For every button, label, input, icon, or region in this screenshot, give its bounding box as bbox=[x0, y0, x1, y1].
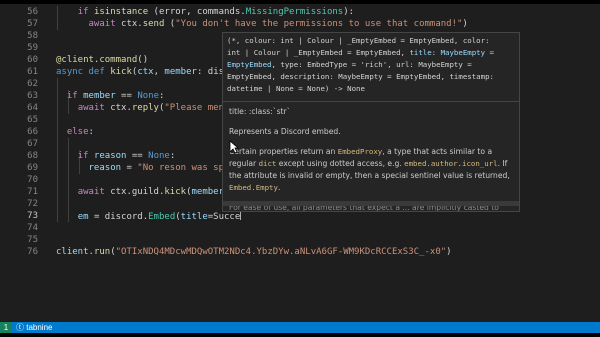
line-number: 71 bbox=[27, 187, 38, 197]
line-number: 57 bbox=[27, 19, 38, 29]
line-number: 72 bbox=[27, 199, 38, 209]
line-number: 68 bbox=[27, 151, 38, 161]
screen: 56 57 58 59 60 61 62 63 64 65 66 67 68 6… bbox=[0, 0, 600, 337]
signature-highlight: title: MaybeEmpty = bbox=[409, 48, 494, 57]
line-number: 69 bbox=[27, 163, 38, 173]
code-line: if reason == None: bbox=[77, 151, 176, 161]
line-number: 63 bbox=[27, 91, 38, 101]
code-line: @client.command() bbox=[56, 55, 149, 65]
line-number: 62 bbox=[27, 79, 38, 89]
code-line: await ctx.send ("You don't have the perm… bbox=[88, 19, 468, 29]
signature-text: EmptyEmbed, description: MaybeEmpty = Em… bbox=[227, 72, 494, 81]
code-line: async def kick(ctx, member: discord bbox=[56, 67, 246, 77]
line-number: 58 bbox=[27, 31, 38, 41]
signature-text: int | Colour | _EmptyEmbed = EmptyEmbed, bbox=[227, 48, 410, 57]
status-bar: 1 ⓣ tabnine bbox=[0, 322, 600, 333]
line-number: 56 bbox=[27, 7, 38, 17]
doc-inline-code: EmbedProxy bbox=[337, 147, 383, 156]
hover-tooltip: (*, colour: int | Colour | _EmptyEmbed =… bbox=[222, 32, 520, 212]
code-line: if member == None: bbox=[66, 91, 165, 101]
line-number: 61 bbox=[27, 67, 38, 77]
bottom-bar bbox=[0, 333, 600, 337]
line-number: 76 bbox=[27, 247, 38, 257]
doc-inline-code: Embed.Empty bbox=[229, 183, 278, 192]
signature-highlight: EmptyEmbed bbox=[227, 60, 272, 69]
line-number: 70 bbox=[27, 175, 38, 185]
documentation: title: :class:`str` Represents a Discord… bbox=[223, 102, 519, 211]
signature-help: (*, colour: int | Colour | _EmptyEmbed =… bbox=[223, 33, 519, 102]
line-number: 74 bbox=[27, 223, 38, 233]
code-line: reason = "No reson was speci bbox=[88, 163, 241, 173]
code-line: await ctx.reply("Please mentio bbox=[77, 103, 241, 113]
code-line: await ctx.guild.kick(member) bbox=[77, 187, 230, 197]
code-line: else: bbox=[66, 127, 94, 137]
tooltip-scrollbar[interactable] bbox=[223, 201, 519, 206]
doc-title: title: :class:`str` bbox=[229, 107, 291, 116]
tabnine-status[interactable]: ⓣ tabnine bbox=[16, 322, 52, 333]
line-number: 59 bbox=[27, 43, 38, 53]
doc-inline-code: dict bbox=[258, 159, 277, 168]
line-number-gutter: 56 57 58 59 60 61 62 63 64 65 66 67 68 6… bbox=[0, 4, 44, 322]
code-line-current: em = discord.Embed(title=Succe bbox=[77, 210, 242, 222]
line-number: 75 bbox=[27, 235, 38, 245]
mouse-cursor-icon bbox=[229, 140, 239, 154]
code-line: if isinstance (error, commands.MissingPe… bbox=[77, 7, 355, 17]
doc-text: . bbox=[277, 183, 281, 192]
tabnine-icon: ⓣ bbox=[16, 323, 24, 332]
doc-text: Certain properties return an bbox=[229, 147, 338, 156]
doc-paragraph: Certain properties return an EmbedProxy,… bbox=[229, 146, 513, 194]
signature-text: , type: EmbedType = 'rich', url: MaybeEm… bbox=[271, 60, 472, 69]
doc-summary: Represents a Discord embed. bbox=[229, 127, 341, 136]
line-number: 66 bbox=[27, 127, 38, 137]
remote-indicator[interactable]: 1 bbox=[0, 322, 12, 333]
line-number: 65 bbox=[27, 115, 38, 125]
doc-inline-code: embed.author.icon_url bbox=[404, 159, 498, 168]
signature-text: (*, colour: int | Colour | _EmptyEmbed =… bbox=[227, 36, 490, 45]
signature-text: datetime | None = None) -> None bbox=[227, 84, 365, 93]
code-line: client.run("OTIxNDQ4MDcwMDQwOTM2NDc4.Ybz… bbox=[56, 247, 452, 257]
line-number: 64 bbox=[27, 103, 38, 113]
line-number: 67 bbox=[27, 139, 38, 149]
line-number-current: 73 bbox=[27, 211, 38, 221]
doc-text: except using dotted access, e.g. bbox=[276, 159, 405, 168]
line-number: 60 bbox=[27, 55, 38, 65]
tabnine-label: tabnine bbox=[26, 323, 53, 332]
